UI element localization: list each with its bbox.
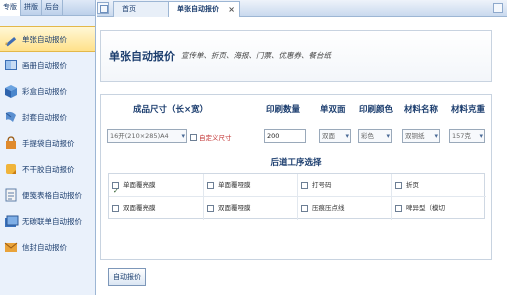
sidebar-item-single-sheet-quote[interactable]: 单张自动报价 bbox=[0, 26, 95, 52]
sidebar-item-label: 彩盒自动报价 bbox=[22, 86, 67, 96]
size-select[interactable]: 16开(210×285)A4 bbox=[107, 129, 187, 143]
sidebar-item-label: 画册自动报价 bbox=[22, 60, 67, 70]
post-process-title: 后道工序选择 bbox=[270, 158, 322, 168]
post-option-double-gloss-laminate[interactable]: 双面覆亮膜 bbox=[109, 197, 204, 220]
collapse-sidebar-icon[interactable] bbox=[97, 2, 109, 14]
custom-size-option[interactable]: 自定义尺寸 bbox=[190, 132, 232, 142]
page-subtitle: 宣传单、折页、海报、门票、优惠券、餐台纸 bbox=[181, 51, 331, 60]
post-option-label: 压痕压点线 bbox=[312, 204, 345, 212]
post-option-die-cut[interactable]: 啤异型（模切 bbox=[392, 197, 486, 220]
post-option-checkbox[interactable] bbox=[395, 204, 402, 212]
page-header: 单张自动报价 宣传单、折页、海报、门票、优惠券、餐台纸 bbox=[100, 30, 492, 82]
sidebar-tab-zhuanban[interactable]: 专版 bbox=[0, 0, 21, 16]
pencil-icon bbox=[3, 31, 19, 47]
document-tab-bar: 首页 单张自动报价 × bbox=[97, 0, 507, 17]
post-option-label: 单面覆亮膜 bbox=[123, 181, 156, 189]
tab-label: 单张自动报价 bbox=[177, 5, 219, 13]
quantity-input[interactable]: 200 bbox=[264, 129, 306, 143]
carbonless-form-icon bbox=[3, 213, 19, 229]
sidebar-item-label: 封套自动报价 bbox=[22, 112, 67, 122]
post-option-checkbox[interactable] bbox=[395, 181, 402, 189]
page-title: 单张自动报价 bbox=[109, 50, 175, 63]
custom-size-checkbox[interactable] bbox=[190, 133, 197, 141]
sidebar-item-label: 不干胶自动报价 bbox=[22, 164, 75, 174]
post-option-creasing-perforation[interactable]: 压痕压点线 bbox=[298, 197, 392, 220]
custom-size-label: 自定义尺寸 bbox=[199, 134, 232, 142]
sidebar-item-label: 便笺表格自动报价 bbox=[22, 190, 82, 200]
sidebar-item-label: 信封自动报价 bbox=[22, 242, 67, 252]
post-option-label: 双面覆哑膜 bbox=[218, 204, 251, 212]
post-option-single-matte-laminate[interactable]: 单面覆哑膜 bbox=[204, 174, 298, 197]
quote-form: 成品尺寸（长×宽） 印刷数量 单双面 印刷颜色 材料名称 材料克重 16开(21… bbox=[100, 94, 492, 260]
sidebar-item-notepad-form-quote[interactable]: 便笺表格自动报价 bbox=[0, 182, 95, 208]
post-option-label: 单面覆哑膜 bbox=[218, 181, 251, 189]
sidebar-menu: 单张自动报价 画册自动报价 彩盒自动报价 封套自动报价 手提袋自动报价 不干胶自… bbox=[0, 26, 95, 260]
sides-select[interactable]: 双面 bbox=[319, 129, 351, 143]
post-option-checkbox[interactable] bbox=[112, 180, 119, 202]
post-option-label: 双面覆亮膜 bbox=[123, 204, 156, 212]
tab-single-sheet-quote[interactable]: 单张自动报价 × bbox=[168, 1, 240, 17]
sidebar-item-handbag-quote[interactable]: 手提袋自动报价 bbox=[0, 130, 95, 156]
envelope-icon bbox=[3, 109, 19, 125]
material-select[interactable]: 双铜纸 bbox=[402, 129, 440, 143]
tab-home-label: 首页 bbox=[122, 5, 136, 13]
main-content: 单张自动报价 宣传单、折页、海报、门票、优惠券、餐台纸 成品尺寸（长×宽） 印刷… bbox=[100, 30, 500, 295]
sidebar-tab-houtai[interactable]: 后台 bbox=[42, 0, 63, 16]
sidebar-item-label: 单张自动报价 bbox=[22, 34, 67, 44]
close-icon[interactable]: × bbox=[228, 2, 235, 17]
sidebar-item-sticker-quote[interactable]: 不干胶自动报价 bbox=[0, 156, 95, 182]
column-header-material: 材料名称 bbox=[404, 105, 439, 115]
sidebar-item-color-box-quote[interactable]: 彩盒自动报价 bbox=[0, 78, 95, 104]
sidebar-item-envelope-quote[interactable]: 信封自动报价 bbox=[0, 234, 95, 260]
post-option-numbering[interactable]: 打号码 bbox=[298, 174, 392, 197]
column-header-size: 成品尺寸（长×宽） bbox=[133, 105, 209, 115]
sidebar: 专版 拼版 后台 单张自动报价 画册自动报价 彩盒自动报价 封套自动报价 手提袋… bbox=[0, 0, 96, 295]
sidebar-tabs: 专版 拼版 后台 bbox=[0, 0, 95, 16]
sidebar-item-sleeve-quote[interactable]: 封套自动报价 bbox=[0, 104, 95, 130]
post-option-checkbox[interactable] bbox=[301, 204, 308, 212]
column-header-color: 印刷颜色 bbox=[359, 105, 394, 115]
tab-list-icon[interactable] bbox=[493, 3, 503, 13]
letter-envelope-icon bbox=[3, 239, 19, 255]
handbag-icon bbox=[3, 135, 19, 151]
post-option-checkbox[interactable] bbox=[207, 204, 214, 212]
post-option-checkbox[interactable] bbox=[301, 181, 308, 189]
material-weight-select[interactable]: 157克 bbox=[449, 129, 485, 143]
post-option-label: 打号码 bbox=[312, 181, 332, 189]
column-header-weight: 材料克重 bbox=[451, 105, 486, 115]
post-option-double-matte-laminate[interactable]: 双面覆哑膜 bbox=[204, 197, 298, 220]
auto-quote-button[interactable]: 自动报价 bbox=[108, 268, 146, 286]
post-option-checkbox[interactable] bbox=[112, 204, 119, 212]
sidebar-item-brochure-quote[interactable]: 画册自动报价 bbox=[0, 52, 95, 78]
sidebar-item-label: 无碳联单自动报价 bbox=[22, 216, 82, 226]
post-option-folding[interactable]: 折页 bbox=[392, 174, 486, 197]
notepad-icon bbox=[3, 187, 19, 203]
column-header-quantity: 印刷数量 bbox=[266, 105, 301, 115]
post-process-options: 单面覆亮膜 单面覆哑膜 打号码 折页 双面覆亮膜 双面覆哑膜 压痕压点线 啤异型… bbox=[108, 173, 486, 220]
post-option-checkbox[interactable] bbox=[207, 181, 214, 189]
book-icon bbox=[3, 57, 19, 73]
sidebar-item-label: 手提袋自动报价 bbox=[22, 138, 75, 148]
post-option-label: 折页 bbox=[406, 181, 419, 189]
post-option-label: 啤异型（模切 bbox=[406, 204, 445, 212]
sticker-icon bbox=[3, 161, 19, 177]
post-option-single-gloss-laminate[interactable]: 单面覆亮膜 bbox=[109, 174, 204, 202]
sidebar-tab-pinban[interactable]: 拼版 bbox=[21, 0, 42, 16]
print-color-select[interactable]: 彩色 bbox=[358, 129, 392, 143]
column-header-sides: 单双面 bbox=[320, 105, 346, 115]
sidebar-item-carbonless-form-quote[interactable]: 无碳联单自动报价 bbox=[0, 208, 95, 234]
color-box-icon bbox=[3, 83, 19, 99]
